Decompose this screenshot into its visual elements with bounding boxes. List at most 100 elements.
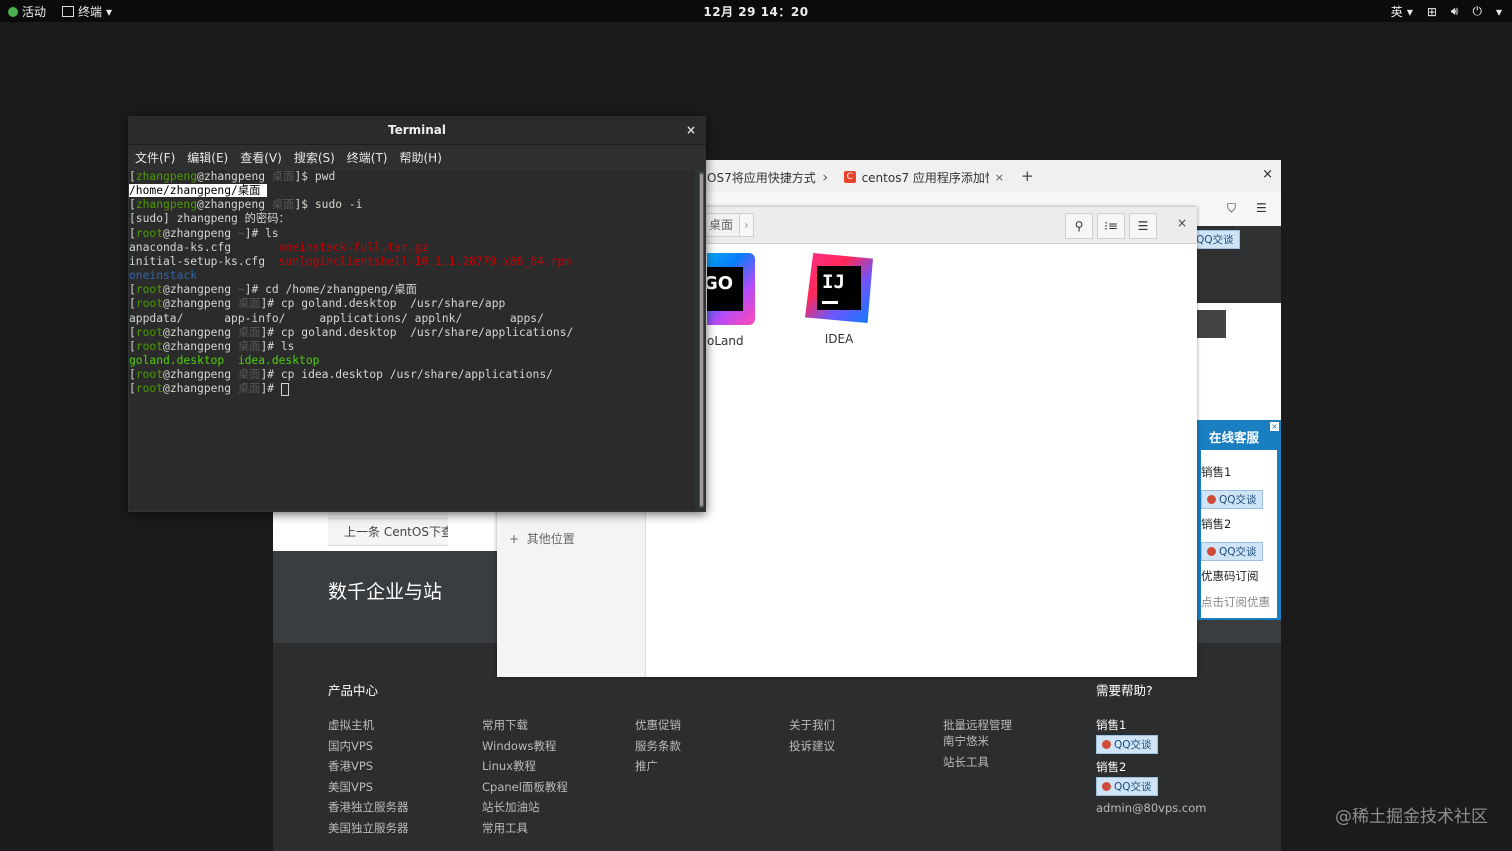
terminal-line: [root@zhangpeng 桌面]# cp goland.desktop /…: [129, 297, 506, 311]
terminal-line: [sudo] zhangpeng 的密码：: [129, 212, 290, 226]
qq-chat-button[interactable]: QQ交谈: [1096, 777, 1158, 796]
menu-help[interactable]: 帮助(H): [400, 149, 442, 166]
menu-terminal[interactable]: 终端(T): [347, 149, 388, 166]
sales2-label: 销售2: [1096, 760, 1127, 774]
other-locations-item[interactable]: + 其他位置: [509, 530, 575, 547]
terminal-line: initial-setup-ks.cfg sunloginclientshell…: [129, 254, 572, 268]
contact-email[interactable]: admin@80vps.com: [1096, 801, 1206, 822]
footer-link[interactable]: 香港独立服务器: [328, 799, 409, 820]
breadcrumb-desktop[interactable]: 桌面: [702, 213, 741, 237]
text-cursor: [280, 382, 289, 396]
new-tab-button[interactable]: +: [1021, 167, 1034, 185]
input-method-indicator[interactable]: 英 ▾: [1391, 3, 1413, 20]
terminal-line: oneinstack: [129, 269, 198, 283]
view-toggle-button[interactable]: ⁝≡: [1097, 213, 1125, 239]
qq-icon: [1102, 740, 1111, 749]
menu-edit[interactable]: 编辑(E): [187, 149, 228, 166]
coupon-subscribe-link[interactable]: 点击订阅优惠: [1201, 594, 1270, 610]
footer-link[interactable]: 国内VPS: [328, 738, 409, 759]
browser-tab-1[interactable]: OS7将应用快捷方式 ×: [707, 166, 827, 188]
menu-file[interactable]: 文件(F): [135, 149, 175, 166]
menu-button[interactable]: ☰: [1129, 213, 1157, 239]
tab-close-icon[interactable]: ×: [995, 171, 1004, 184]
online-service-title: 在线客服: [1209, 430, 1260, 445]
terminal-line: [root@zhangpeng 桌面]# ls: [129, 339, 295, 353]
banner-text: 数千企业与站: [328, 581, 443, 603]
footer-link[interactable]: 服务条款: [635, 738, 681, 759]
need-help-title: 需要帮助?: [1096, 683, 1153, 698]
footer-link[interactable]: 站长工具: [943, 754, 1012, 775]
prev-article-link[interactable]: 上一条 CentOS下查: [328, 519, 448, 546]
goland-icon: GO: [707, 253, 755, 325]
terminal-line: [root@zhangpeng ~]# ls: [129, 226, 279, 240]
footer-link[interactable]: 投诉建议: [789, 738, 835, 759]
footer-col-3: 优惠促销 服务条款 推广: [635, 717, 681, 779]
chevron-down-icon[interactable]: ▾: [1496, 5, 1502, 19]
power-icon[interactable]: ⏻: [1472, 4, 1482, 19]
terminal-menubar: 文件(F) 编辑(E) 查看(V) 搜索(S) 终端(T) 帮助(H): [128, 145, 706, 169]
browser-tab-2[interactable]: C centos7 应用程序添加快 ×: [844, 166, 1004, 188]
search-button[interactable]: ⚲: [1065, 213, 1093, 239]
intellij-idea-icon: IJ: [805, 253, 873, 323]
footer-link[interactable]: Windows教程: [482, 738, 568, 759]
close-icon[interactable]: ×: [1270, 422, 1279, 431]
product-center-title: 产品中心: [328, 683, 379, 698]
browser-close-button[interactable]: ×: [1262, 167, 1273, 182]
footer-link[interactable]: 推广: [635, 758, 681, 779]
footer-link[interactable]: 美国独立服务器: [328, 820, 409, 841]
footer-link[interactable]: 香港VPS: [328, 758, 409, 779]
footer-link[interactable]: 优惠促销: [635, 717, 681, 738]
terminal-close-button[interactable]: ×: [686, 116, 696, 144]
footer-link[interactable]: Cpanel面板教程: [482, 779, 568, 800]
footer-link[interactable]: 美国VPS: [328, 779, 409, 800]
terminal-output[interactable]: [zhangpeng@zhangpeng 桌面]$ pwd /home/zhan…: [129, 170, 695, 510]
qq-chat-button[interactable]: QQ交谈: [1201, 542, 1263, 561]
footer-col-1: 虚拟主机 国内VPS 香港VPS 美国VPS 香港独立服务器 美国独立服务器: [328, 717, 409, 840]
dark-button[interactable]: [1195, 310, 1226, 338]
online-service-widget: 在线客服 × 销售1 QQ交谈 销售2 QQ交谈 优惠码订阅 点击订阅优惠: [1195, 420, 1281, 620]
sales2-label: 销售2: [1201, 517, 1232, 531]
footer-link[interactable]: 站长加油站: [482, 799, 568, 820]
terminal-line: [root@zhangpeng ~]# cd /home/zhangpeng/桌…: [129, 283, 417, 297]
goland-desktop-file[interactable]: GO oLand: [707, 253, 755, 348]
terminal-line: [root@zhangpeng 桌面]#: [129, 382, 289, 396]
qq-chat-button[interactable]: QQ交谈: [1201, 490, 1263, 509]
terminal-line: [root@zhangpeng 桌面]# cp goland.desktop /…: [129, 325, 574, 339]
idea-desktop-file[interactable]: IJ IDEA: [799, 253, 879, 346]
breadcrumb: 桌面 ›: [702, 213, 754, 237]
menu-search[interactable]: 搜索(S): [294, 149, 335, 166]
coupon-subscribe-label: 优惠码订阅: [1201, 569, 1259, 583]
qq-chat-button[interactable]: QQ交谈: [1193, 228, 1240, 249]
clock[interactable]: 12月 29 14：20: [0, 3, 1512, 20]
footer-link[interactable]: 南宁悠米: [943, 733, 1012, 754]
chevron-right-icon[interactable]: ›: [740, 213, 754, 237]
terminal-line: [zhangpeng@zhangpeng 桌面]$ pwd: [129, 170, 336, 183]
footer-link[interactable]: 关于我们: [789, 717, 835, 738]
terminal-scrollbar[interactable]: [699, 172, 704, 508]
footer-link[interactable]: 常用下载: [482, 717, 568, 738]
qq-icon: [1207, 547, 1216, 556]
footer-link[interactable]: 批量远程管理: [943, 717, 1012, 733]
qq-chat-button[interactable]: QQ交谈: [1096, 735, 1158, 754]
footer-link[interactable]: 常用工具: [482, 820, 568, 841]
terminal-line: anaconda-ks.cfg oneinstack-full.tar.gz: [129, 240, 429, 254]
watermark: @稀土掘金技术社区: [1335, 807, 1488, 827]
terminal-line: /home/zhangpeng/桌面: [129, 184, 268, 198]
menu-view[interactable]: 查看(V): [240, 149, 282, 166]
network-icon[interactable]: ⊞: [1427, 5, 1437, 19]
terminal-title: Terminal: [387, 123, 447, 137]
terminal-window: Terminal × 文件(F) 编辑(E) 查看(V) 搜索(S) 终端(T)…: [128, 116, 706, 512]
footer-col-5: 批量远程管理 南宁悠米 站长工具: [943, 717, 1012, 774]
footer-link[interactable]: 虚拟主机: [328, 717, 409, 738]
terminal-titlebar[interactable]: Terminal ×: [128, 116, 706, 145]
pocket-icon[interactable]: ⛉: [1227, 201, 1236, 216]
sales1-label: 销售1: [1096, 718, 1127, 732]
footer-col-2: 常用下载 Windows教程 Linux教程 Cpanel面板教程 站长加油站 …: [482, 717, 568, 840]
file-manager-close-button[interactable]: ×: [1177, 216, 1187, 230]
tab-close-icon[interactable]: ×: [822, 171, 827, 184]
hamburger-menu-icon[interactable]: ☰: [1256, 201, 1267, 215]
volume-icon[interactable]: 🔊︎: [1451, 4, 1459, 19]
footer-link[interactable]: Linux教程: [482, 758, 568, 779]
list-view-icon: ⁝≡: [1104, 219, 1118, 233]
favicon-icon: C: [844, 171, 856, 183]
